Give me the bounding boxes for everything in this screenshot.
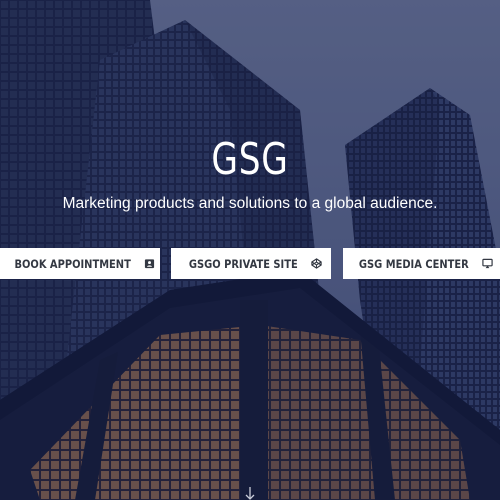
arrow-down-icon[interactable] xyxy=(243,486,257,500)
hero-subtitle: Marketing products and solutions to a gl… xyxy=(62,195,438,212)
book-appointment-label: BOOK APPOINTMENT xyxy=(14,256,131,271)
gsgo-private-site-label: GSGO PRIVATE SITE xyxy=(189,256,298,271)
calendar-user-icon xyxy=(144,258,155,269)
gsgo-private-site-button[interactable]: GSGO PRIVATE SITE xyxy=(171,248,331,279)
codepen-cube-icon xyxy=(311,258,322,269)
hero-section: GSG Marketing products and solutions to … xyxy=(0,0,500,500)
monitor-play-icon xyxy=(482,258,493,269)
hero-title: GSG xyxy=(211,134,289,185)
book-appointment-button[interactable]: BOOK APPOINTMENT xyxy=(0,248,160,279)
gsg-media-center-button[interactable]: GSG MEDIA CENTER xyxy=(343,248,500,279)
gsg-media-center-label: GSG MEDIA CENTER xyxy=(359,256,469,271)
